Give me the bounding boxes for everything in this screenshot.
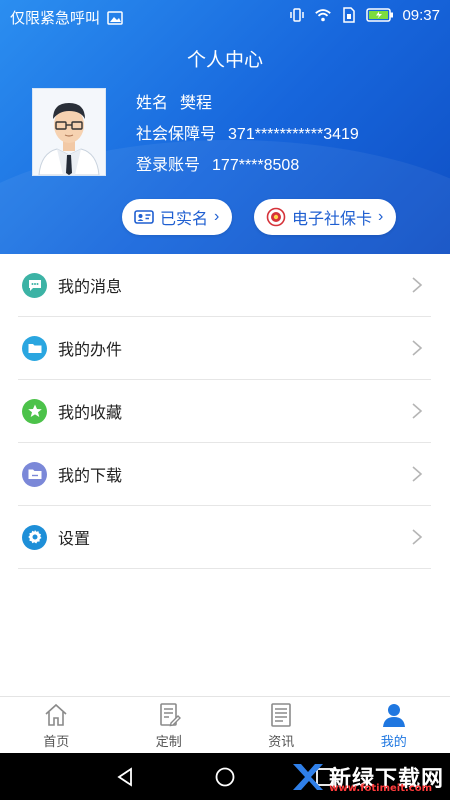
account-row: 登录账号 177****8508 <box>136 150 359 181</box>
page-title: 个人中心 <box>186 50 263 71</box>
image-notification-icon <box>107 10 123 25</box>
account-value: 177****8508 <box>212 157 300 174</box>
profile-info: 姓名 樊程 社会保障号 371***********3419 登录账号 177****… <box>136 88 359 181</box>
menu-item-settings[interactable]: 设置 <box>18 506 431 569</box>
chevron-right-icon: › <box>214 208 220 225</box>
chevron-right-icon <box>412 403 423 419</box>
home-icon <box>45 703 67 726</box>
ssn-row: 社会保障号 371***********3419 <box>136 119 359 150</box>
menu-item-label: 设置 <box>58 531 91 548</box>
ssn-value: 371***********3419 <box>228 126 359 143</box>
profile-header: 仅限紧急呼叫 09:37 个人中心 姓名 樊程 社会保障号 371*******… <box>0 0 450 254</box>
star-icon <box>22 398 47 424</box>
vibrate-icon <box>290 8 305 22</box>
name-value: 樊程 <box>180 95 213 112</box>
tab-label: 我的 <box>380 734 407 749</box>
chevron-right-icon <box>412 466 423 482</box>
social-security-card-label: 电子社保卡 <box>292 211 373 228</box>
wifi-icon <box>315 9 332 22</box>
menu-item-downloads[interactable]: 我的下载 <box>18 443 431 506</box>
home-circle-icon[interactable] <box>214 766 236 788</box>
ssn-label: 社会保障号 <box>136 126 217 143</box>
battery-icon <box>366 8 394 22</box>
social-security-card-button[interactable]: 电子社保卡 › <box>254 199 396 235</box>
avatar[interactable] <box>32 88 106 176</box>
tab-news[interactable]: 资讯 <box>225 697 338 753</box>
profile-menu: 我的消息 我的办件 我的收藏 我的下载 设置 <box>18 254 431 569</box>
tab-label: 资讯 <box>268 734 295 749</box>
tab-customize[interactable]: 定制 <box>113 697 226 753</box>
watermark-logo-icon <box>292 763 323 790</box>
news-icon <box>271 703 292 727</box>
verified-label: 已实名 <box>160 211 209 228</box>
bottom-tab-bar: 首页 定制 资讯 我的 <box>0 696 450 753</box>
account-label: 登录账号 <box>136 157 201 174</box>
menu-item-label: 我的消息 <box>58 279 123 296</box>
menu-item-messages[interactable]: 我的消息 <box>18 254 431 317</box>
chevron-right-icon: › <box>378 208 384 225</box>
customize-icon <box>159 703 181 727</box>
name-row: 姓名 樊程 <box>136 88 359 119</box>
id-card-icon <box>134 210 154 224</box>
settings-gear-icon <box>22 524 47 550</box>
tab-label: 首页 <box>43 734 70 749</box>
menu-item-cases[interactable]: 我的办件 <box>18 317 431 380</box>
carrier-text: 仅限紧急呼叫 <box>10 10 101 27</box>
download-icon <box>22 461 47 487</box>
system-navigation-bar: 新绿下载网 www.fotimeit.com <box>0 753 450 800</box>
name-label: 姓名 <box>136 95 169 112</box>
chevron-right-icon <box>412 529 423 545</box>
chevron-right-icon <box>412 277 423 293</box>
avatar-illustration <box>33 89 105 176</box>
folder-icon <box>22 335 47 361</box>
message-icon <box>22 272 47 298</box>
menu-item-favorites[interactable]: 我的收藏 <box>18 380 431 443</box>
person-icon <box>382 704 405 727</box>
clock-time: 09:37 <box>402 6 440 24</box>
tab-mine[interactable]: 我的 <box>338 697 450 753</box>
tab-label: 定制 <box>155 734 182 749</box>
status-bar: 仅限紧急呼叫 09:37 <box>0 0 450 32</box>
tab-home[interactable]: 首页 <box>0 697 113 753</box>
sim-icon <box>343 7 356 23</box>
social-security-emblem-icon <box>266 207 286 227</box>
menu-item-label: 我的下载 <box>58 468 123 485</box>
menu-item-label: 我的办件 <box>58 342 123 359</box>
menu-item-label: 我的收藏 <box>58 405 123 422</box>
chevron-right-icon <box>412 340 423 356</box>
watermark-url: www.fotimeit.com <box>329 783 432 794</box>
back-triangle-icon[interactable] <box>114 766 136 788</box>
verified-button[interactable]: 已实名 › <box>122 199 232 235</box>
